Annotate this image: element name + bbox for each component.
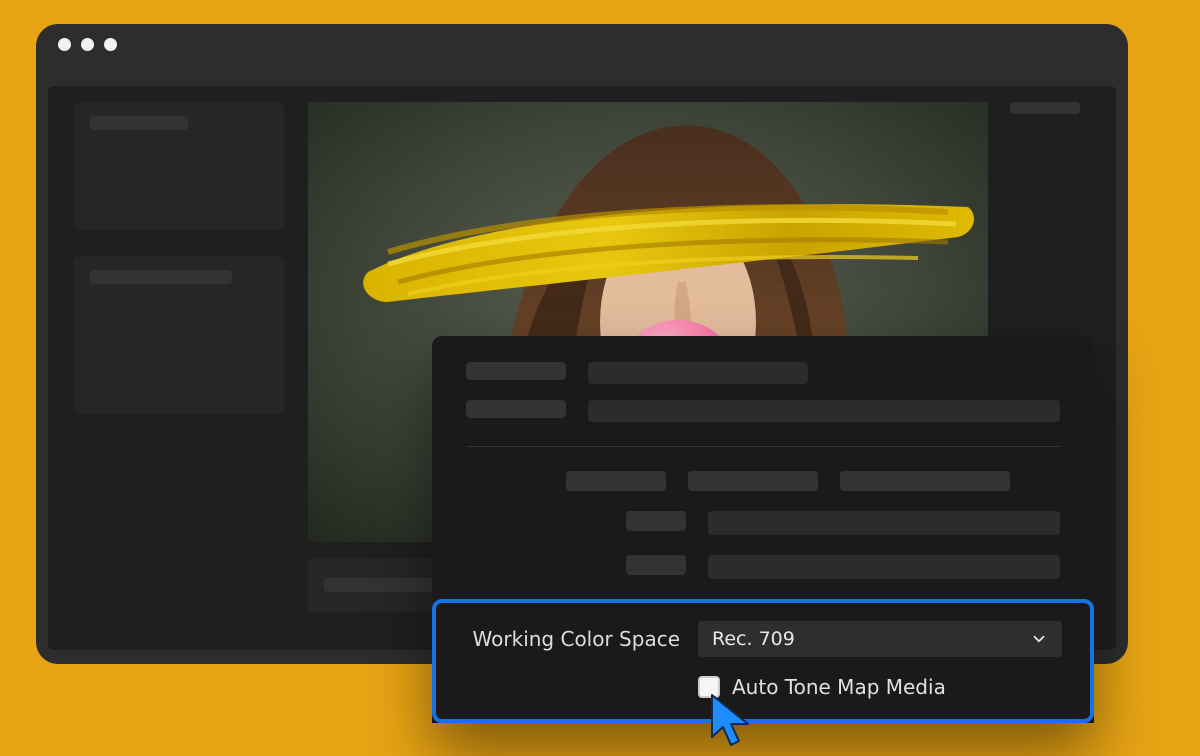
auto-tone-map-label: Auto Tone Map Media bbox=[732, 675, 946, 699]
working-color-space-dropdown[interactable]: Rec. 709 bbox=[698, 621, 1062, 657]
traffic-light-minimize[interactable] bbox=[81, 38, 94, 51]
placeholder-line bbox=[324, 578, 444, 592]
placeholder-input bbox=[588, 400, 1060, 422]
placeholder-input bbox=[588, 362, 808, 384]
dropdown-value: Rec. 709 bbox=[712, 628, 795, 650]
placeholder-pill bbox=[688, 471, 818, 491]
panel-section-lower bbox=[466, 447, 1060, 599]
color-settings-panel: Working Color Space Rec. 709 Auto Tone M… bbox=[432, 336, 1094, 723]
traffic-light-close[interactable] bbox=[58, 38, 71, 51]
titlebar bbox=[36, 24, 1128, 64]
placeholder-pill bbox=[626, 511, 686, 531]
working-color-space-label: Working Color Space bbox=[464, 627, 680, 651]
placeholder-label bbox=[466, 362, 566, 380]
traffic-light-zoom[interactable] bbox=[104, 38, 117, 51]
placeholder-line bbox=[1010, 102, 1080, 114]
panel-section-upper bbox=[466, 362, 1060, 447]
placeholder-line bbox=[90, 116, 188, 130]
placeholder-input bbox=[708, 511, 1060, 535]
placeholder-input bbox=[708, 555, 1060, 579]
placeholder-label bbox=[466, 400, 566, 418]
right-sidebar bbox=[1010, 102, 1090, 114]
placeholder-pill bbox=[626, 555, 686, 575]
placeholder-pill bbox=[840, 471, 1010, 491]
chevron-down-icon bbox=[1030, 630, 1048, 648]
sidebar-card bbox=[74, 256, 284, 414]
sidebar-card bbox=[74, 102, 284, 230]
color-management-highlight: Working Color Space Rec. 709 Auto Tone M… bbox=[432, 599, 1094, 723]
auto-tone-map-checkbox[interactable] bbox=[698, 676, 720, 698]
placeholder-pill bbox=[566, 471, 666, 491]
placeholder-line bbox=[90, 270, 232, 284]
left-sidebar bbox=[74, 102, 284, 440]
